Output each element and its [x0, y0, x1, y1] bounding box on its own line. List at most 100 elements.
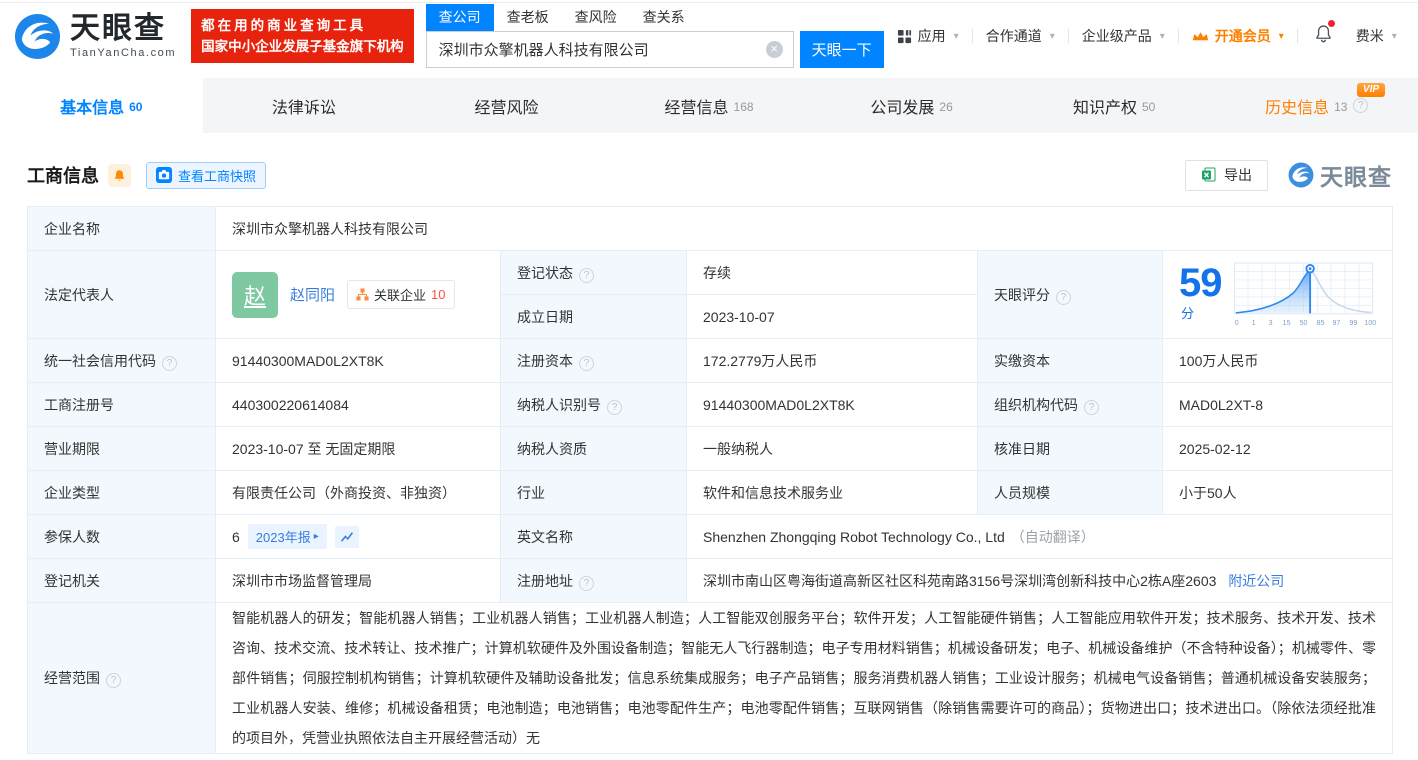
reg-address-label: 注册地址	[500, 558, 687, 603]
credit-code-label: 统一社会信用代码	[27, 338, 216, 383]
section-title: 工商信息	[27, 166, 99, 186]
nav-vip-upgrade[interactable]: 开通会员	[1179, 26, 1297, 46]
monitor-bell-icon[interactable]	[108, 163, 131, 187]
notification-dot	[1327, 20, 1335, 27]
legal-rep-name-link[interactable]: 赵同阳	[290, 284, 335, 305]
tab-count: 60	[129, 100, 143, 114]
watermark-logo: 天眼查	[1288, 158, 1392, 192]
table-row: 企业类型 有限责任公司（外商投资、非独资） 行业 软件和信息技术服务业 人员规模…	[27, 470, 1394, 515]
tab-label: 公司发展	[870, 99, 935, 117]
snapshot-button[interactable]: 查看工商快照	[146, 161, 267, 189]
nearby-companies-link[interactable]: 附近公司	[1228, 573, 1284, 589]
search-tab-boss[interactable]: 查老板	[494, 4, 562, 31]
tianyan-score-label: 天眼评分	[977, 250, 1163, 339]
help-icon[interactable]	[1353, 98, 1369, 113]
reg-status-value: 存续	[686, 250, 978, 295]
insured-count-value: 6	[232, 528, 240, 545]
tab-legal-proceedings[interactable]: 法律诉讼	[203, 78, 406, 133]
score-axis-labels: 0 1 3 15 50 85 97 99 100	[1235, 320, 1376, 327]
company-name-label: 企业名称	[27, 206, 216, 251]
nav-enterprise[interactable]: 企业级产品	[1069, 26, 1178, 46]
tab-label: 经营风险	[474, 99, 539, 117]
score-distribution-chart: 0 1 3 15 50 85 97 99 100	[1234, 262, 1376, 327]
english-name-label: 英文名称	[500, 514, 687, 559]
tab-label: 知识产权	[1072, 99, 1137, 117]
tab-count: 26	[939, 100, 953, 114]
tab-company-development[interactable]: 公司发展 26	[810, 78, 1013, 133]
site-header: 天眼查 TianYanCha.com 都在用的商业查询工具 国家中小企业发展子基…	[0, 3, 1418, 69]
tianyancha-logo-icon	[14, 13, 61, 59]
paid-capital-label: 实缴资本	[977, 338, 1163, 383]
industry-label: 行业	[500, 470, 687, 515]
table-row: 统一社会信用代码 91440300MAD0L2XT8K 注册资本 172.277…	[27, 338, 1394, 383]
nav-partner[interactable]: 合作通道	[973, 26, 1068, 46]
watermark-brand-text: 天眼查	[1320, 164, 1392, 190]
help-icon[interactable]	[579, 575, 594, 591]
search-tabs: 查公司 查老板 查风险 查关系	[425, 4, 884, 31]
svg-text:85: 85	[1317, 320, 1325, 327]
watermark-logo-icon	[1288, 162, 1314, 188]
credit-code-value: 91440300MAD0L2XT8K	[215, 338, 501, 383]
slogan-line-1: 都在用的商业查询工具	[201, 18, 367, 33]
annual-report-badge[interactable]: 2023年报	[247, 524, 327, 549]
reg-number-value: 440300220614084	[215, 382, 501, 427]
business-scope-label: 经营范围	[27, 602, 216, 754]
clear-search-icon[interactable]: ×	[765, 41, 783, 58]
insured-count-cell: 6 2023年报	[215, 514, 501, 559]
excel-icon	[1202, 167, 1216, 182]
help-icon[interactable]	[579, 267, 594, 283]
legal-rep-cell: 赵 赵同阳 关联企业 10	[215, 250, 501, 339]
approval-date-value: 2025-02-12	[1161, 426, 1394, 471]
related-companies-label: 关联企业	[374, 288, 427, 303]
notifications-button[interactable]	[1298, 20, 1343, 48]
help-icon[interactable]	[162, 355, 177, 371]
nav-partner-label: 合作通道	[985, 28, 1042, 44]
svg-text:3: 3	[1269, 320, 1273, 327]
reg-number-label: 工商注册号	[27, 382, 216, 427]
business-term-value: 2023-10-07 至 无固定期限	[215, 426, 501, 471]
nav-vip-label: 开通会员	[1214, 28, 1271, 44]
tab-label: 法律诉讼	[271, 99, 336, 117]
legal-rep-avatar[interactable]: 赵	[232, 271, 278, 318]
table-row: 经营范围 智能机器人的研发；智能机器人销售；工业机器人销售；工业机器人制造；人工…	[27, 602, 1394, 754]
brand-logo[interactable]: 天眼查 TianYanCha.com	[14, 13, 176, 60]
nav-user-menu[interactable]: 费米	[1343, 26, 1410, 46]
table-row: 登记机关 深圳市市场监督管理局 注册地址 深圳市南山区粤海街道高新区社区科苑南路…	[27, 558, 1394, 603]
related-companies-badge[interactable]: 关联企业 10	[347, 280, 455, 309]
taxpayer-id-value: 91440300MAD0L2XT8K	[686, 382, 978, 427]
svg-text:50: 50	[1300, 320, 1308, 327]
tab-label: 经营信息	[664, 99, 729, 117]
help-icon[interactable]	[579, 355, 594, 371]
reg-authority-value: 深圳市市场监督管理局	[215, 558, 501, 603]
search-input[interactable]	[425, 31, 794, 68]
tab-basic-info[interactable]: 基本信息 60	[0, 78, 203, 133]
paid-capital-value: 100万人民币	[1161, 338, 1394, 383]
nav-apps[interactable]: 应用	[884, 26, 972, 46]
table-row: 营业期限 2023-10-07 至 无固定期限 纳税人资质 一般纳税人 核准日期…	[27, 426, 1394, 471]
taxpayer-id-label: 纳税人识别号	[500, 382, 687, 427]
search-tab-relation[interactable]: 查关系	[630, 4, 698, 31]
business-registration-table: 企业名称 深圳市众擎机器人科技有限公司 法定代表人 赵 赵同阳 关联企业 10 …	[27, 206, 1394, 754]
username: 费米	[1355, 28, 1384, 44]
company-type-value: 有限责任公司（外商投资、非独资）	[215, 470, 501, 515]
approval-date-label: 核准日期	[977, 426, 1163, 471]
trend-chart-button[interactable]	[334, 525, 359, 548]
business-scope-value: 智能机器人的研发；智能机器人销售；工业机器人销售；工业机器人制造；人工智能双创服…	[214, 602, 1394, 754]
table-row: 法定代表人 赵 赵同阳 关联企业 10 登记状态? 存续 天眼评分? 59分 0…	[27, 250, 1394, 339]
slogan-banner: 都在用的商业查询工具 国家中小企业发展子基金旗下机构	[191, 9, 414, 63]
tab-operation-risk[interactable]: 经营风险	[405, 78, 608, 133]
help-icon[interactable]	[1084, 399, 1099, 415]
search-tab-company[interactable]: 查公司	[425, 4, 494, 31]
help-icon[interactable]	[106, 673, 121, 688]
tab-intellectual-property[interactable]: 知识产权 50	[1013, 78, 1216, 133]
tab-business-info[interactable]: 经营信息 168	[608, 78, 811, 133]
search-button[interactable]: 天眼一下	[799, 31, 884, 68]
search-tab-risk[interactable]: 查风险	[562, 4, 630, 31]
export-button[interactable]: 导出	[1185, 159, 1268, 191]
help-icon[interactable]	[607, 399, 622, 415]
help-icon[interactable]	[1056, 289, 1071, 305]
tab-count: 168	[733, 100, 754, 114]
tab-history-info[interactable]: VIP 历史信息 13	[1215, 78, 1418, 133]
tianyan-score-cell[interactable]: 59分 0 1 3 15 50 85 97 99 100	[1161, 250, 1394, 339]
english-name-value: Shenzhen Zhongqing Robot Technology Co.,…	[703, 528, 1005, 545]
